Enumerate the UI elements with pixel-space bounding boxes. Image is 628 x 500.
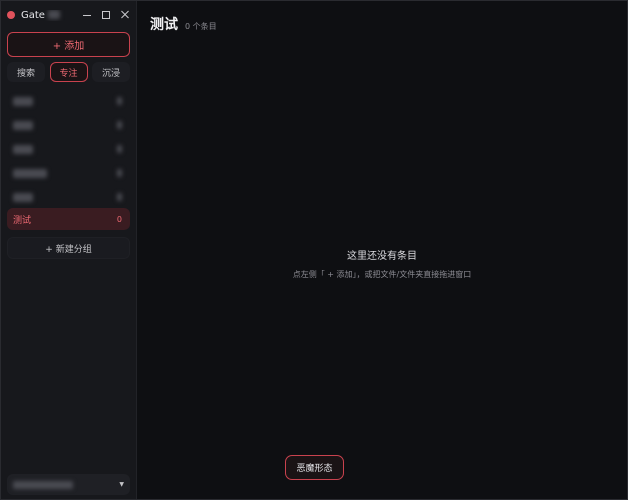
redacted-text [13, 192, 33, 202]
group-list: 测试 0 [7, 89, 130, 230]
app-window: Gate + 添加 搜索 专注 沉浸 测试 0 + 新建分组 ▼ 测试 0 个条… [0, 0, 628, 500]
redacted-count [117, 193, 122, 201]
main-header: 测试 0 个条目 [150, 14, 217, 34]
group-item[interactable] [7, 185, 130, 209]
window-controls [82, 10, 130, 20]
tab-immerse[interactable]: 沉浸 [92, 62, 130, 82]
minimize-icon[interactable] [82, 10, 92, 20]
tab-search[interactable]: 搜索 [7, 62, 45, 82]
empty-state-title: 这里还没有条目 [347, 251, 417, 262]
page-title: 测试 [150, 17, 178, 33]
redacted-text [13, 144, 33, 154]
main-panel: 测试 0 个条目 这里还没有条目 点左侧「 + 添加」，或把文件/文件夹直接拖进… [137, 1, 627, 499]
redacted-text [13, 96, 33, 106]
redacted-text [13, 480, 73, 489]
group-item[interactable] [7, 89, 130, 113]
empty-state: 这里还没有条目 点左侧「 + 添加」，或把文件/文件夹直接拖进窗口 [137, 247, 627, 280]
group-item-label: 测试 [13, 215, 32, 226]
profile-selector[interactable]: ▼ [7, 474, 130, 495]
group-item-selected[interactable]: 测试 0 [7, 208, 130, 230]
demon-mode-button[interactable]: 恶魔形态 [285, 455, 344, 480]
chevron-down-icon: ▼ [119, 481, 124, 488]
group-item[interactable] [7, 161, 130, 185]
item-count: 0 个条目 [185, 22, 217, 31]
redacted-count [117, 121, 122, 129]
group-item[interactable] [7, 137, 130, 161]
redacted-text [13, 168, 47, 178]
app-logo-icon [7, 11, 15, 19]
title-bar: Gate [1, 1, 136, 29]
empty-state-hint: 点左侧「 + 添加」，或把文件/文件夹直接拖进窗口 [292, 270, 472, 279]
group-item[interactable] [7, 113, 130, 137]
redacted-count [117, 145, 122, 153]
redacted-text [13, 120, 33, 130]
tab-focus[interactable]: 专注 [49, 62, 88, 82]
add-button[interactable]: + 添加 [7, 32, 130, 57]
redacted-text [48, 10, 61, 19]
close-icon[interactable] [120, 10, 130, 20]
new-group-button[interactable]: + 新建分组 [7, 237, 130, 259]
maximize-icon[interactable] [102, 11, 110, 19]
group-item-count: 0 [116, 214, 122, 224]
sidebar: Gate + 添加 搜索 专注 沉浸 测试 0 + 新建分组 ▼ [1, 1, 137, 499]
redacted-count [117, 97, 122, 105]
mode-tabs: 搜索 专注 沉浸 [7, 62, 130, 82]
redacted-count [117, 169, 122, 177]
app-title: Gate [21, 10, 82, 21]
